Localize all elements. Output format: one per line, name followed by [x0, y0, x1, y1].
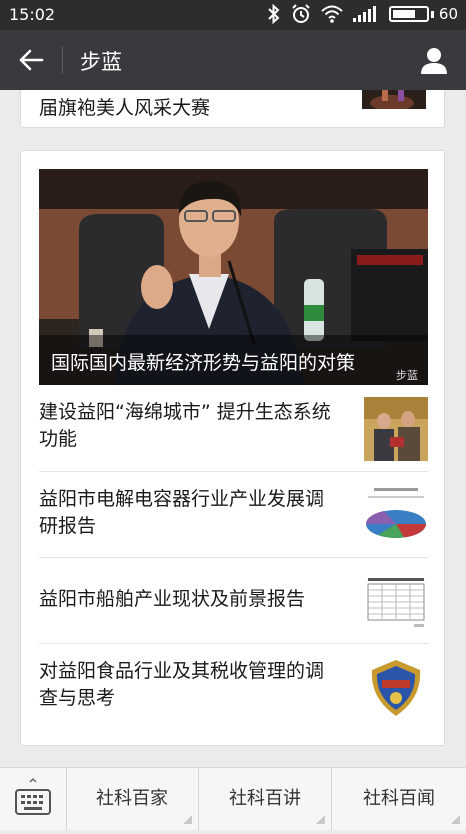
list-item[interactable]: 建设益阳“海绵城市” 提升生态系统功能 — [39, 385, 428, 471]
keyboard-toggle-button[interactable] — [0, 768, 67, 830]
article-thumbnail — [364, 656, 428, 720]
status-bar: 15:02 60 — [0, 0, 466, 30]
article-thumbnail — [364, 397, 428, 461]
battery-percent: 60 — [438, 5, 458, 23]
previous-article-card[interactable]: 届旗袍美人风采大赛 — [20, 90, 445, 128]
back-arrow-icon[interactable] — [18, 48, 44, 72]
submenu-indicator-icon — [316, 815, 325, 824]
article-title: 益阳市电解电容器行业产业发展调研报告 — [39, 488, 325, 537]
menu-item-1[interactable]: 社科百家 — [66, 768, 199, 830]
title-bar: 步蓝 — [0, 30, 466, 90]
article-thumbnail — [364, 484, 428, 548]
title-divider — [62, 46, 63, 74]
article-title: 建设益阳“海绵城市” 提升生态系统功能 — [39, 401, 331, 450]
menu-item-label: 社科百闻 — [363, 788, 435, 809]
submenu-indicator-icon — [183, 815, 192, 824]
article-thumbnail — [362, 90, 426, 109]
watermark: 步蓝 — [396, 369, 418, 382]
page-title: 步蓝 — [80, 50, 122, 74]
menu-item-label: 社科百讲 — [229, 788, 301, 809]
keyboard-icon — [15, 777, 51, 815]
signal-icon — [352, 6, 376, 22]
alarm-icon — [292, 4, 310, 23]
status-icons: 60 — [267, 4, 458, 24]
menu-item-3[interactable]: 社科百闻 — [332, 768, 466, 830]
article-title: 对益阳食品行业及其税收管理的调查与思考 — [39, 660, 325, 709]
featured-article[interactable]: 国际国内最新经济形势与益阳的对策 步蓝 — [39, 169, 428, 385]
wifi-icon — [321, 5, 343, 23]
submenu-indicator-icon — [451, 815, 460, 824]
list-item[interactable]: 益阳市电解电容器行业产业发展调研报告 — [39, 471, 428, 558]
menu-item-2[interactable]: 社科百讲 — [199, 768, 332, 830]
list-item[interactable]: 益阳市船舶产业现状及前景报告 — [39, 557, 428, 644]
bottom-menu-bar: 社科百家 社科百讲 社科百闻 — [0, 767, 466, 830]
user-profile-icon[interactable] — [420, 46, 448, 74]
battery-indicator: 60 — [388, 5, 458, 23]
article-title: 届旗袍美人风采大赛 — [39, 97, 211, 119]
menu-item-label: 社科百家 — [96, 788, 168, 809]
list-item[interactable]: 对益阳食品行业及其税收管理的调查与思考 — [39, 643, 428, 730]
article-thumbnail — [364, 570, 428, 634]
bluetooth-icon — [268, 4, 280, 24]
news-group-card: 国际国内最新经济形势与益阳的对策 步蓝 建设益阳“海绵城市” 提升生态系统功能 … — [20, 150, 445, 746]
featured-caption: 国际国内最新经济形势与益阳的对策 — [39, 335, 428, 385]
article-title: 益阳市船舶产业现状及前景报告 — [39, 588, 306, 610]
message-feed[interactable]: 届旗袍美人风采大赛 国际国内最新经济形势与益阳的对策 步蓝 建设益阳“海绵城市”… — [0, 90, 466, 767]
status-time: 15:02 — [9, 5, 56, 24]
